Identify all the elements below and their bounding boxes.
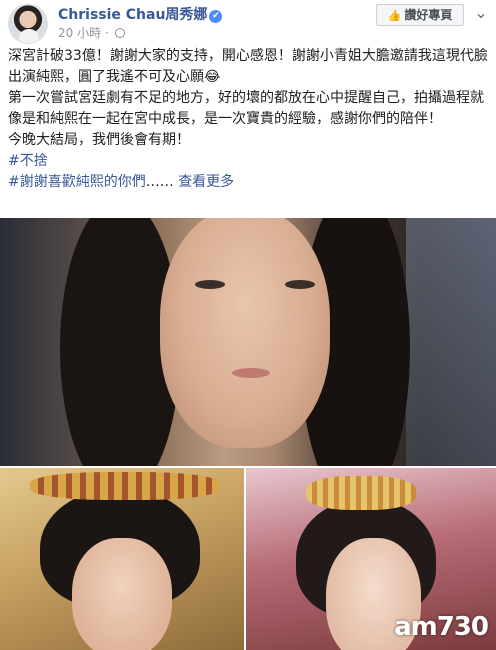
ellipsis: …… [145, 174, 174, 190]
photo-headdress [306, 476, 416, 510]
globe-icon [114, 28, 125, 38]
photo-eye [285, 280, 315, 289]
post-options-button[interactable]: ⌄ [472, 5, 490, 24]
photo-eye [195, 280, 225, 289]
post-header: Chrissie Chau周秀娜 ✔ 20 小時 · 👍 讚好專頁 ⌄ [0, 0, 496, 44]
post-meta: 20 小時 · [58, 24, 125, 41]
post-photo-left[interactable] [0, 468, 244, 650]
photo-face [160, 218, 330, 448]
post-timestamp[interactable]: 20 小時 [58, 26, 101, 40]
post-paragraph: 今晚大結局，我們後會有期！ [8, 132, 190, 148]
am730-watermark-logo: am730 [394, 612, 489, 642]
post-photo-main[interactable] [0, 218, 496, 466]
post-photo-right[interactable]: am730 [246, 468, 496, 650]
photo-headdress [30, 472, 220, 500]
photo-face [72, 538, 172, 650]
photo-background [406, 218, 496, 466]
post-paragraph: 第一次嘗試宮廷劇有不足的地方，好的壞的都放在心中提醒自己，拍攝過程就像是和純熙在… [8, 90, 484, 127]
page-avatar[interactable] [8, 4, 48, 44]
page-name-link[interactable]: Chrissie Chau周秀娜 ✔ [58, 4, 223, 24]
post-body: 深宮計破33億！謝謝大家的支持，開心感恩！謝謝小青姐大膽邀請我這現代臉出演純熙，… [8, 46, 492, 193]
page-name[interactable]: Chrissie Chau周秀娜 [58, 7, 207, 23]
like-page-button[interactable]: 👍 讚好專頁 [376, 4, 464, 26]
photo-lips [232, 368, 270, 378]
post-paragraph: 深宮計破33億！謝謝大家的支持，開心感恩！謝謝小青姐大膽邀請我這現代臉出演純熙，… [8, 48, 488, 85]
thumbs-up-icon: 👍 [387, 9, 402, 22]
hashtag-link[interactable]: #謝謝喜歡純熙的你們 [8, 174, 146, 190]
verified-badge-icon: ✔ [209, 10, 223, 23]
hashtag-link[interactable]: #不捨 [8, 153, 48, 169]
see-more-link[interactable]: 查看更多 [178, 174, 234, 190]
like-page-label: 讚好專頁 [404, 8, 453, 22]
